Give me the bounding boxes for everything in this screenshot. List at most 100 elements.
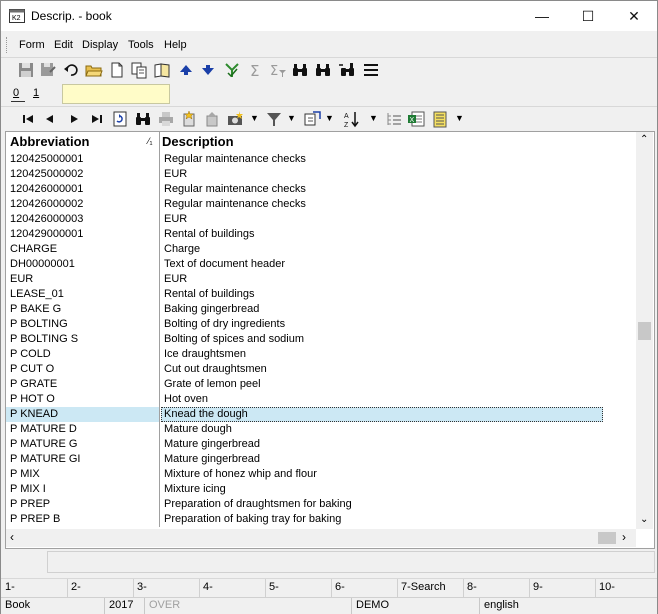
fkey-3[interactable]: 3- — [137, 581, 147, 593]
tree-check-icon[interactable] — [223, 61, 241, 79]
binoculars-next-icon[interactable] — [314, 61, 332, 79]
table-row[interactable]: 120425000001 Regular maintenance checks — [6, 152, 602, 167]
table-row[interactable]: P BAKE G Baking gingerbread — [6, 302, 602, 317]
cell-abbreviation[interactable]: P PREP B — [10, 513, 60, 525]
column-header-description[interactable]: Description — [162, 134, 234, 149]
table-row[interactable]: CHARGE Charge — [6, 242, 602, 257]
fkey-5[interactable]: 5- — [269, 581, 279, 593]
menu-form[interactable]: Form — [19, 39, 45, 51]
cell-description[interactable]: Regular maintenance checks — [164, 198, 306, 210]
cell-description[interactable]: Regular maintenance checks — [164, 153, 306, 165]
cell-abbreviation[interactable]: P COLD — [10, 348, 51, 360]
scroll-right-icon[interactable]: › — [622, 530, 626, 544]
cell-abbreviation[interactable]: P BOLTING — [10, 318, 68, 330]
save-icon[interactable] — [17, 61, 35, 79]
table-row[interactable]: P CUT O Cut out draughtsmen — [6, 362, 602, 377]
menu-tools[interactable]: Tools — [128, 39, 154, 51]
cell-description[interactable]: Text of document header — [164, 258, 285, 270]
undo-icon[interactable] — [62, 61, 80, 79]
table-row[interactable]: P MATURE D Mature dough — [6, 422, 602, 437]
sum-filter-icon[interactable]: Σ — [269, 61, 287, 79]
table-row[interactable]: P MATURE G Mature gingerbread — [6, 437, 602, 452]
cell-description[interactable]: Charge — [164, 243, 200, 255]
cell-abbreviation[interactable]: P MIX — [10, 468, 40, 480]
fkey-4[interactable]: 4- — [203, 581, 213, 593]
cell-description[interactable]: Bolting of spices and sodium — [164, 333, 304, 345]
table-row[interactable]: P MATURE GI Mature gingerbread — [6, 452, 602, 467]
cell-description[interactable]: Grate of lemon peel — [164, 378, 261, 390]
filter-icon[interactable] — [265, 110, 283, 128]
table-row[interactable]: P BOLTING Bolting of dry ingredients — [6, 317, 602, 332]
table-row[interactable]: P BOLTING S Bolting of spices and sodium — [6, 332, 602, 347]
delete-record-icon[interactable] — [203, 110, 221, 128]
table-row[interactable]: P KNEAD Knead the dough — [6, 407, 603, 422]
binoculars-replace-icon[interactable] — [338, 61, 356, 79]
notes-icon[interactable] — [431, 110, 449, 128]
menu-edit[interactable]: Edit — [54, 39, 73, 51]
notes-dropdown-icon[interactable]: ▼ — [455, 113, 464, 123]
camera-icon[interactable] — [227, 110, 245, 128]
cell-abbreviation[interactable]: P MIX I — [10, 483, 46, 495]
save-as-icon[interactable] — [39, 61, 57, 79]
cell-abbreviation[interactable]: CHARGE — [10, 243, 57, 255]
tab-1[interactable]: 1 — [33, 87, 39, 99]
table-row[interactable]: P PREP Preparation of draughtsmen for bak… — [6, 497, 602, 512]
cell-description[interactable]: Ice draughtsmen — [164, 348, 246, 360]
cell-abbreviation[interactable]: P MATURE D — [10, 423, 77, 435]
tab-input-field[interactable] — [62, 84, 170, 104]
cell-abbreviation[interactable]: 120425000001 — [10, 153, 83, 165]
outline-icon[interactable] — [385, 110, 403, 128]
cell-description[interactable]: Preparation of draughtsmen for baking — [164, 498, 352, 510]
cell-abbreviation[interactable]: 120426000003 — [10, 213, 83, 225]
close-button[interactable]: ✕ — [611, 1, 657, 31]
cell-description[interactable]: Knead the dough — [164, 408, 248, 420]
new-document-icon[interactable] — [108, 61, 126, 79]
filter-dropdown-icon[interactable]: ▼ — [287, 113, 296, 123]
new-record-icon[interactable] — [180, 110, 198, 128]
cell-abbreviation[interactable]: LEASE_01 — [10, 288, 64, 300]
table-row[interactable]: P GRATE Grate of lemon peel — [6, 377, 602, 392]
table-row[interactable]: P COLD Ice draughtsmen — [6, 347, 602, 362]
copy-icon[interactable] — [130, 61, 148, 79]
table-row[interactable]: P HOT O Hot oven — [6, 392, 602, 407]
menu-help[interactable]: Help — [164, 39, 187, 51]
export-dropdown-icon[interactable]: ▼ — [325, 113, 334, 123]
cell-abbreviation[interactable]: P MATURE GI — [10, 453, 81, 465]
open-folder-icon[interactable] — [85, 61, 103, 79]
cell-description[interactable]: Regular maintenance checks — [164, 183, 306, 195]
refresh-icon[interactable] — [111, 110, 129, 128]
sort-dropdown-icon[interactable]: ▼ — [369, 113, 378, 123]
cell-description[interactable]: Hot oven — [164, 393, 208, 405]
prev-record-icon[interactable] — [41, 110, 59, 128]
sort-az-icon[interactable]: AZ — [343, 110, 361, 128]
minimize-button[interactable]: — — [519, 1, 565, 31]
cell-abbreviation[interactable]: P GRATE — [10, 378, 57, 390]
horizontal-scroll-thumb[interactable] — [598, 532, 616, 544]
excel-icon[interactable]: X — [407, 110, 425, 128]
vertical-scroll-thumb[interactable] — [638, 322, 651, 340]
scroll-left-icon[interactable]: ‹ — [10, 530, 14, 544]
cell-description[interactable]: Bolting of dry ingredients — [164, 318, 285, 330]
cell-abbreviation[interactable]: 120425000002 — [10, 168, 83, 180]
first-record-icon[interactable] — [19, 110, 37, 128]
table-row[interactable]: 120426000002 Regular maintenance checks — [6, 197, 602, 212]
cell-description[interactable]: Preparation of baking tray for baking — [164, 513, 341, 525]
table-row[interactable]: P PREP B Preparation of baking tray for b… — [6, 512, 602, 527]
cell-abbreviation[interactable]: P PREP — [10, 498, 50, 510]
cell-description[interactable]: Rental of buildings — [164, 228, 255, 240]
cell-abbreviation[interactable]: 120426000002 — [10, 198, 83, 210]
table-row[interactable]: 120425000002 EUR — [6, 167, 602, 182]
menu-display[interactable]: Display — [82, 39, 118, 51]
table-row[interactable]: P MIX I Mixture icing — [6, 482, 602, 497]
detail-panel-field[interactable] — [47, 551, 655, 573]
table-row[interactable]: P MIX Mixture of honez whip and flour — [6, 467, 602, 482]
cell-description[interactable]: Mixture icing — [164, 483, 226, 495]
cell-abbreviation[interactable]: 120426000001 — [10, 183, 83, 195]
print-icon[interactable] — [157, 110, 175, 128]
maximize-button[interactable]: ☐ — [565, 1, 611, 31]
menu-lines-icon[interactable] — [362, 61, 380, 79]
cell-abbreviation[interactable]: P CUT O — [10, 363, 54, 375]
table-row[interactable]: 120426000001 Regular maintenance checks — [6, 182, 602, 197]
cell-description[interactable]: Baking gingerbread — [164, 303, 259, 315]
fkey-8[interactable]: 8- — [467, 581, 477, 593]
